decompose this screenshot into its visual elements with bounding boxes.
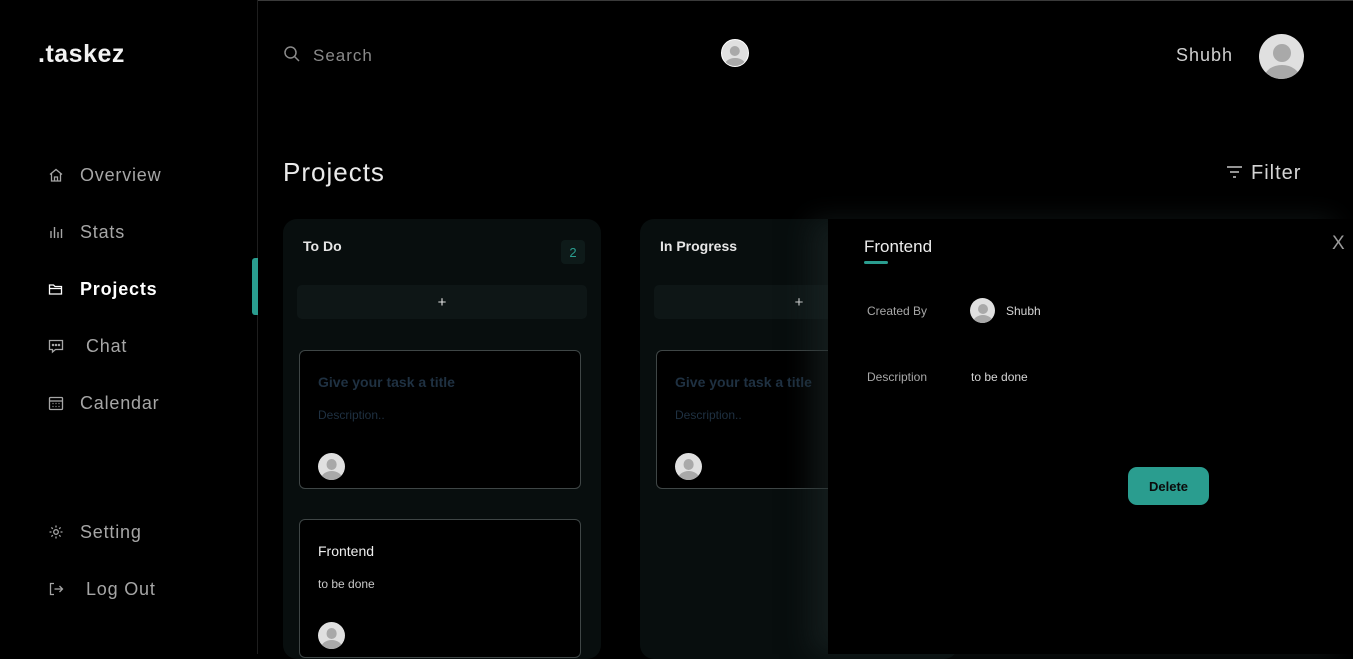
calendar-icon [48, 395, 64, 411]
active-indicator [252, 258, 258, 315]
sidebar-item-label: Chat [86, 335, 128, 356]
task-title-input[interactable]: Give your task a title [318, 374, 455, 390]
search-bar[interactable] [283, 44, 513, 68]
folder-icon [48, 281, 64, 297]
chat-icon [48, 338, 64, 354]
task-description: to be done [318, 577, 375, 591]
sidebar-item-label: Projects [80, 278, 158, 299]
task-description-input[interactable]: Description.. [318, 408, 385, 422]
filter-label: Filter [1251, 162, 1302, 184]
avatar [318, 622, 345, 649]
sidebar-item-logout[interactable]: Log Out [48, 574, 156, 604]
app-logo[interactable]: .taskez [38, 40, 125, 69]
task-title: Frontend [318, 543, 375, 559]
task-description-input[interactable]: Description.. [675, 408, 742, 422]
created-by-value: Shubh [1006, 304, 1041, 318]
bar-chart-icon [48, 224, 64, 240]
sidebar-item-stats[interactable]: Stats [48, 217, 125, 247]
sidebar-item-label: Calendar [80, 392, 160, 413]
page-title: Projects [283, 157, 385, 187]
description-value: to be done [971, 370, 1028, 384]
search-input[interactable] [313, 46, 513, 66]
sidebar-item-label: Setting [80, 521, 142, 542]
task-card[interactable]: Give your task a title Description.. [299, 350, 581, 489]
title-underline [864, 261, 888, 264]
sidebar-item-overview[interactable]: Overview [48, 160, 161, 190]
avatar [318, 453, 345, 480]
sidebar-item-label: Overview [80, 164, 162, 185]
panel-title: Frontend [864, 237, 933, 256]
logout-icon [48, 581, 64, 597]
column-title: In Progress [660, 238, 738, 254]
task-detail-panel: Frontend X Created By Shubh Description … [828, 219, 1353, 654]
created-by-label: Created By [867, 304, 928, 318]
sidebar-item-chat[interactable]: Chat [48, 331, 127, 361]
filter-icon [1226, 162, 1243, 185]
sidebar-item-setting[interactable]: Setting [48, 517, 142, 547]
delete-button[interactable]: Delete [1128, 467, 1209, 505]
sidebar: .taskez Overview Stats Projects Chat Cal… [0, 0, 258, 654]
description-label: Description [867, 370, 928, 384]
task-title-input[interactable]: Give your task a title [675, 374, 812, 390]
filter-button[interactable]: Filter [1226, 162, 1301, 185]
sidebar-item-projects[interactable]: Projects [48, 274, 157, 304]
avatar [970, 298, 995, 323]
avatar [675, 453, 702, 480]
search-icon [283, 45, 301, 68]
sidebar-item-label: Stats [80, 221, 126, 242]
column-todo: To Do 2 + Give your task a title Descrip… [283, 219, 601, 659]
sidebar-item-calendar[interactable]: Calendar [48, 388, 159, 418]
task-count-badge: 2 [561, 240, 585, 264]
avatar[interactable] [721, 39, 749, 67]
home-icon [48, 167, 64, 183]
add-task-button[interactable]: + [297, 285, 587, 319]
column-title: To Do [303, 238, 342, 254]
user-name[interactable]: Shubh [1176, 45, 1233, 66]
close-button[interactable]: X [1332, 233, 1345, 255]
sidebar-item-label: Log Out [86, 578, 156, 599]
gear-icon [48, 524, 64, 540]
task-card[interactable]: Frontend to be done [299, 519, 581, 658]
user-avatar[interactable] [1259, 34, 1304, 79]
